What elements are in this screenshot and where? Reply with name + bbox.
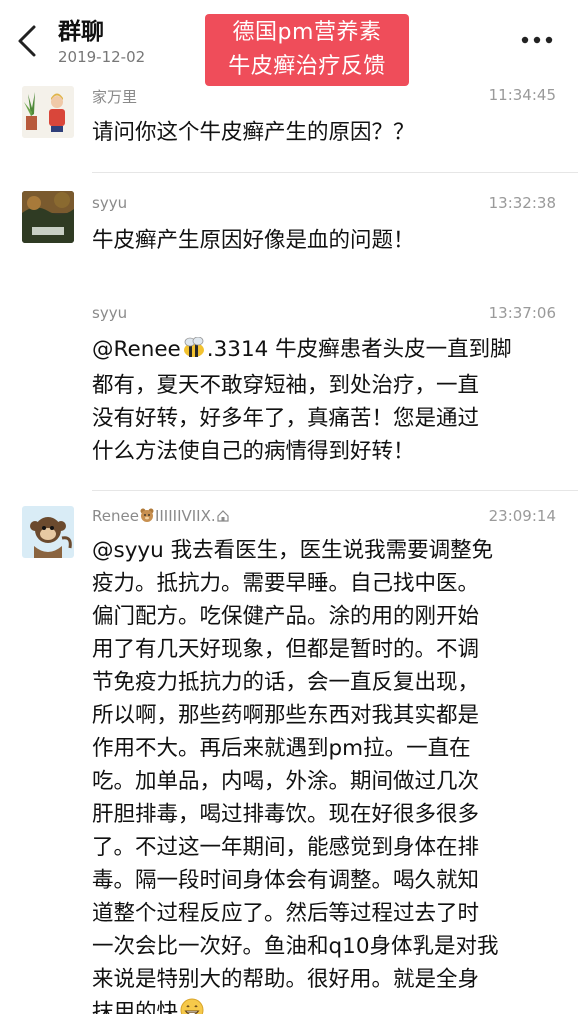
- sender-name-prefix: Renee: [92, 507, 139, 525]
- message-line: 来说是特别大的帮助。很好用。就是全身: [92, 967, 480, 992]
- message-text: 请问你这个牛皮癣产生的原因？？: [92, 116, 554, 149]
- message-time: 13:32:38: [488, 194, 556, 212]
- message-text: @Renee .3314 牛皮癣患者头皮一直到脚 都有，夏天不敢穿短袖，到处治疗，…: [92, 333, 554, 468]
- more-dots-icon: [521, 36, 553, 44]
- message-time: 23:09:14: [488, 507, 556, 525]
- message-text: @syyu 我去看医生，医生说我需要调整免 疫力。抵抗力。需要早睡。自己找中医。…: [92, 534, 554, 1014]
- message-line: 疫力。抵抗力。需要早睡。自己找中医。: [92, 571, 480, 596]
- message-item: syyu 13:32:38 牛皮癣产生原因好像是血的问题！: [0, 188, 578, 288]
- sender-name-suffix: IIIIIIVIIX.: [154, 507, 216, 525]
- message-line: 都有，夏天不敢穿短袖，到处治疗，一直: [92, 373, 480, 398]
- message-divider: [92, 490, 578, 491]
- message-item: Renee IIIIIIVIIX. 23:09:14 @syyu 我去看医生，医生…: [0, 504, 578, 1014]
- message-line: 所以啊，那些药啊那些东西对我其实都是: [92, 703, 480, 728]
- more-button[interactable]: [518, 30, 558, 50]
- mention-prefix: @Renee: [92, 337, 181, 362]
- message-line: 吃。加单品，内喝，外涂。期间做过几次: [92, 769, 480, 794]
- message-line: @syyu 我去看医生，医生说我需要调整免: [92, 538, 494, 563]
- chat-header: 群聊 2019-12-02 德国pm营养素 牛皮癣治疗反馈: [0, 0, 578, 86]
- message-time: 13:37:06: [488, 304, 556, 322]
- sender-name: 家万里: [92, 88, 138, 106]
- chat-date: 2019-12-02: [58, 48, 146, 66]
- message-time: 11:34:45: [488, 86, 556, 104]
- message-line: 一次会比一次好。鱼油和q10身体乳是对我: [92, 934, 499, 959]
- plant-avatar-icon: [22, 86, 74, 138]
- message-item: syyu 13:37:06 @Renee .3314 牛皮癣患者头皮一直到脚 都有…: [0, 302, 578, 482]
- promo-banner: 德国pm营养素 牛皮癣治疗反馈: [205, 14, 409, 86]
- message-line: 抹用的快: [92, 996, 554, 1014]
- message-line: 用了有几天好现象，但都是暂时的。不调: [92, 637, 480, 662]
- message-text: 牛皮癣产生原因好像是血的问题！: [92, 224, 554, 257]
- chat-title: 群聊: [58, 19, 104, 45]
- avatar[interactable]: [22, 191, 74, 243]
- avatar[interactable]: [22, 86, 74, 138]
- house-icon: [217, 508, 229, 526]
- message-line: 肝胆排毒，喝过排毒饮。现在好很多很多: [92, 802, 480, 827]
- sender-name: syyu: [92, 194, 128, 212]
- grin-emoji-icon: [180, 998, 204, 1014]
- message-line: 了。不过这一年期间，能感觉到身体在排: [92, 835, 480, 860]
- message-line: 偏门配方。吃保健产品。涂的用的刚开始: [92, 604, 480, 629]
- mention-suffix: .3314 牛皮癣患者头皮一直到脚: [206, 337, 512, 362]
- message-line: 道整个过程反应了。然后等过程过去了时: [92, 901, 480, 926]
- message-line: 什么方法使自己的病情得到好转！: [92, 439, 415, 464]
- bee-emoji-icon: [181, 336, 207, 369]
- message-line: 没有好转，好多年了，真痛苦！您是通过: [92, 406, 480, 431]
- last-line-text: 抹用的快: [92, 1000, 179, 1014]
- message-line: 毒。隔一段时间身体会有调整。喝久就知: [92, 868, 480, 893]
- message-line: @Renee .3314 牛皮癣患者头皮一直到脚: [92, 333, 554, 369]
- message-line: 牛皮癣产生原因好像是血的问题！: [92, 228, 415, 253]
- back-button[interactable]: [14, 24, 42, 58]
- chevron-left-icon: [18, 25, 36, 57]
- banner-line-2: 牛皮癣治疗反馈: [228, 54, 386, 79]
- message-divider: [92, 172, 578, 173]
- message-line: 作用不大。再后来就遇到pm拉。一直在: [92, 736, 471, 761]
- group-chat-screen: 群聊 2019-12-02 德国pm营养素 牛皮癣治疗反馈 家万里 11:34:…: [0, 0, 578, 1014]
- sender-name: syyu: [92, 304, 128, 322]
- sender-name: Renee IIIIIIVIIX.: [92, 507, 229, 527]
- message-line: 节免疫力抵抗力的话，会一直反复出现，: [92, 670, 480, 695]
- message-line: 请问你这个牛皮癣产生的原因？？: [92, 120, 415, 145]
- banner-line-1: 德国pm营养素: [232, 20, 382, 45]
- message-item: 家万里 11:34:45 请问你这个牛皮癣产生的原因？？: [0, 80, 578, 180]
- avatar[interactable]: [22, 506, 74, 558]
- bear-emoji-icon: [139, 507, 155, 527]
- monkey-avatar-icon: [22, 506, 74, 558]
- landscape-avatar-icon: [22, 191, 74, 243]
